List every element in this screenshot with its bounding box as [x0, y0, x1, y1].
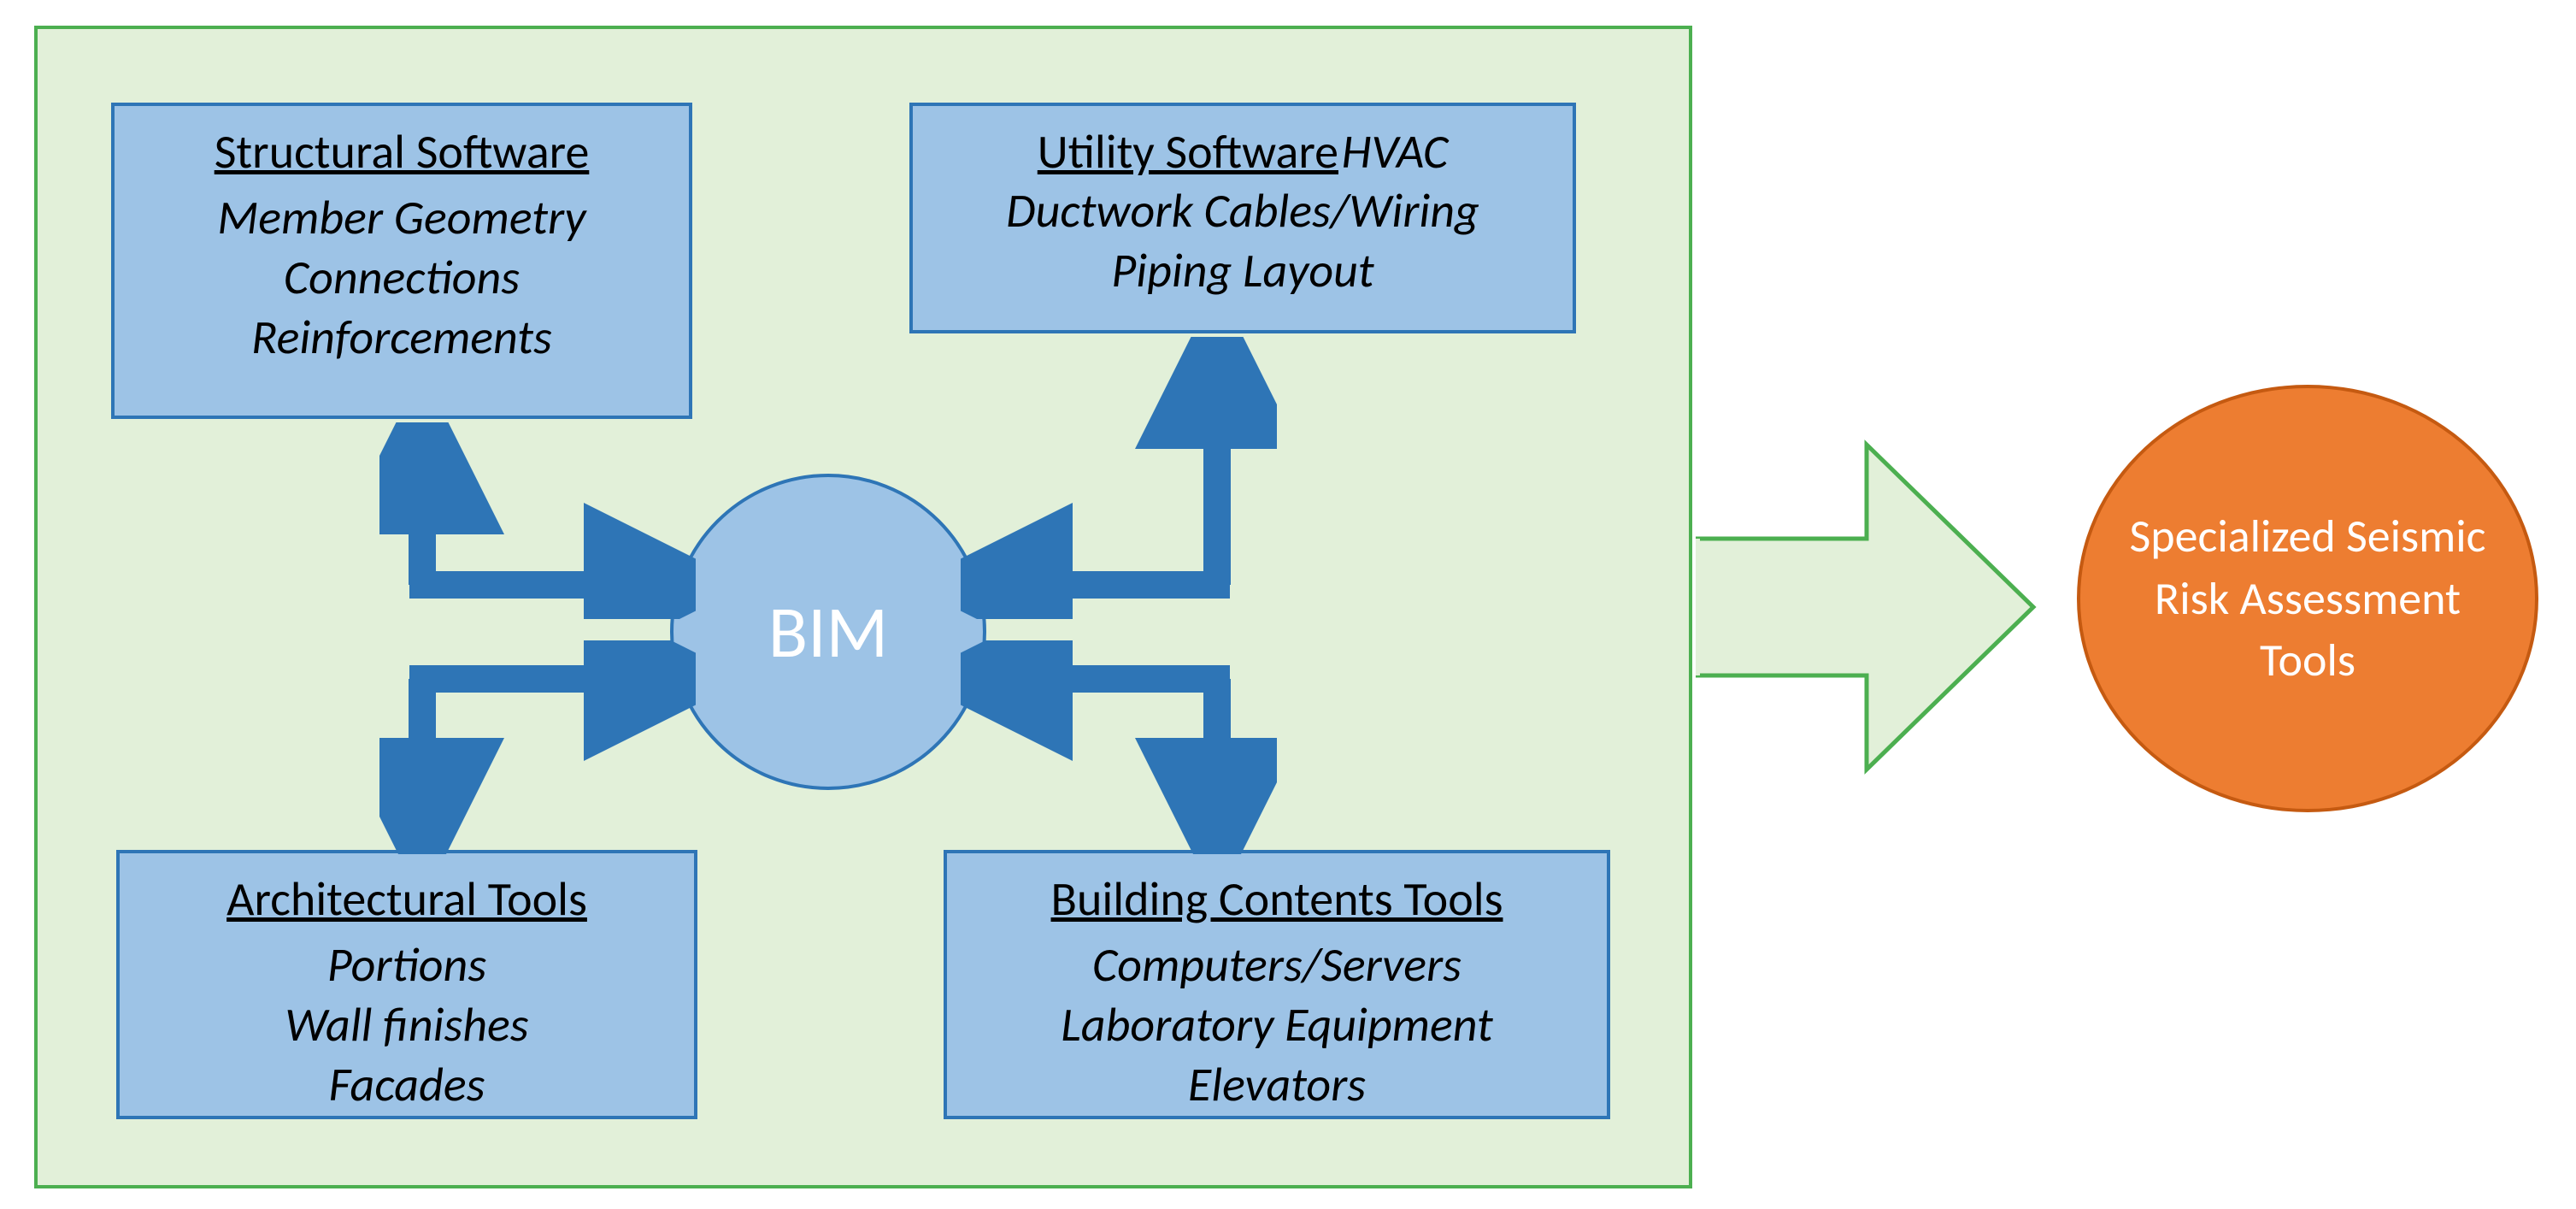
box-item: Computers/Servers [957, 935, 1597, 995]
bim-hub-circle: BIM [670, 474, 986, 790]
output-ellipse: Specialized Seismic Risk Assessment Tool… [2077, 385, 2538, 812]
bim-hub-label: BIM [768, 587, 888, 676]
box-architectural-tools: Architectural Tools Portions Wall finish… [116, 850, 697, 1119]
box-item: Reinforcements [125, 308, 679, 368]
box-item: Facades [130, 1055, 684, 1115]
box-item: Ductwork Cables/Wiring [923, 181, 1562, 241]
box-building-contents-tools: Building Contents Tools Computers/Server… [944, 850, 1610, 1119]
box-title: Architectural Tools [130, 870, 684, 929]
box-title-extra: HVAC [1342, 123, 1449, 181]
box-item: Laboratory Equipment [957, 995, 1597, 1055]
box-item: Piping Layout [923, 241, 1562, 301]
box-title: Structural Software [125, 123, 679, 181]
box-structural-software: Structural Software Member Geometry Conn… [111, 103, 692, 419]
connector-bl [379, 640, 696, 854]
box-item: Wall finishes [130, 995, 684, 1055]
box-title: Building Contents Tools [957, 870, 1597, 929]
box-utility-software: Utility Software HVAC Ductwork Cables/Wi… [909, 103, 1576, 333]
box-item: Member Geometry [125, 188, 679, 248]
output-arrow-icon [1696, 428, 2038, 787]
connector-tl [379, 422, 696, 619]
connector-br [961, 640, 1277, 854]
output-label: Specialized Seismic Risk Assessment Tool… [2106, 505, 2509, 693]
box-item: Portions [130, 935, 684, 995]
box-item: Connections [125, 248, 679, 308]
bim-inputs-container: Structural Software Member Geometry Conn… [34, 26, 1692, 1188]
connector-tr [961, 337, 1277, 619]
box-item: Elevators [957, 1055, 1597, 1115]
box-title: Utility Software [1038, 123, 1338, 181]
